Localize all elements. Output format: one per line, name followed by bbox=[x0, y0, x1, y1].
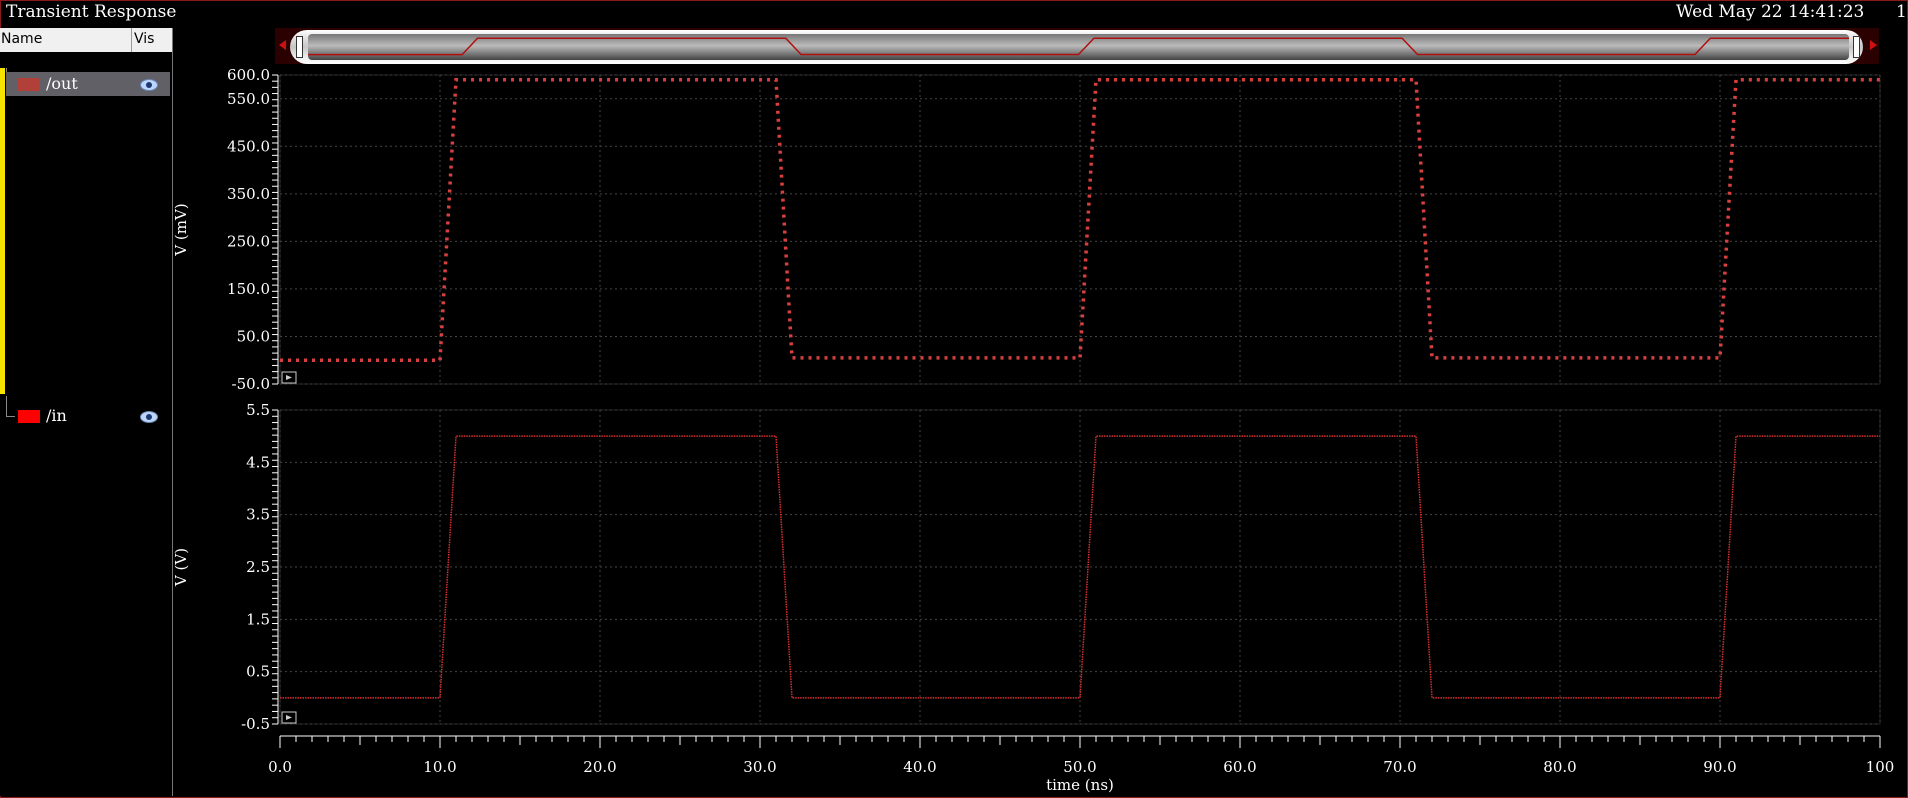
window-title: Transient Response bbox=[6, 2, 177, 22]
x-tick-label: 40.0 bbox=[903, 758, 936, 776]
color-swatch bbox=[18, 78, 40, 91]
x-tick-label: 80.0 bbox=[1543, 758, 1576, 776]
signal-row-in[interactable]: /in bbox=[6, 404, 170, 428]
signal-row-out[interactable]: /out bbox=[6, 72, 170, 96]
scroll-grip-right[interactable] bbox=[1853, 36, 1860, 58]
y-tick-label: 150.0 bbox=[227, 280, 270, 298]
y-tick-label: 350.0 bbox=[227, 185, 270, 203]
x-tick-label: 60.0 bbox=[1223, 758, 1256, 776]
strip-in: 5.5 4.5 3.5 2.5 1.5 0.5 -0.5 V (V) bbox=[172, 401, 1881, 733]
page-number: 1 bbox=[1896, 2, 1907, 22]
signal-label: /in bbox=[46, 406, 67, 425]
waveform-plot: 600.0 550.0 450.0 350.0 250.0 150.0 50.0 -50.0 V… bbox=[172, 66, 1895, 794]
y-tick-label: 1.5 bbox=[246, 610, 270, 628]
timestamp: Wed May 22 14:41:23 bbox=[1676, 2, 1865, 22]
x-tick-label: 0.0 bbox=[268, 758, 292, 776]
x-tick-label: 70.0 bbox=[1383, 758, 1416, 776]
y-tick-label: 550.0 bbox=[227, 90, 270, 108]
overview-waveform bbox=[308, 37, 1849, 56]
y-tick-label: 450.0 bbox=[227, 137, 270, 155]
column-divider bbox=[131, 28, 132, 52]
y-tick-label: 3.5 bbox=[246, 506, 270, 524]
eye-icon[interactable] bbox=[140, 79, 158, 91]
y-tick-label: 2.5 bbox=[246, 558, 270, 576]
y-axis-label: V (mV) bbox=[172, 203, 190, 256]
time-axis: 0.0 10.0 20.0 30.0 40.0 50.0 60.0 70.0 80.0 90.0 1… bbox=[268, 735, 1895, 794]
x-axis-label: time (ns) bbox=[1046, 776, 1114, 794]
y-tick-label: -50.0 bbox=[232, 375, 270, 393]
strip-out: 600.0 550.0 450.0 350.0 250.0 150.0 50.0 -50.0 V… bbox=[172, 66, 1881, 393]
x-tick-label: 30.0 bbox=[743, 758, 776, 776]
y-axis-label: V (V) bbox=[172, 548, 190, 587]
y-tick-label: 250.0 bbox=[227, 232, 270, 250]
y-tick-label: 600.0 bbox=[227, 66, 270, 84]
signal-list-panel: Name Vis /out /in bbox=[0, 28, 173, 796]
x-tick-label: 90.0 bbox=[1703, 758, 1736, 776]
x-tick-label: 50.0 bbox=[1063, 758, 1096, 776]
x-tick-label: 20.0 bbox=[583, 758, 616, 776]
y-tick-label: -0.5 bbox=[241, 715, 270, 733]
eye-icon[interactable] bbox=[140, 411, 158, 423]
signal-label: /out bbox=[46, 74, 78, 93]
strip-selection-bar bbox=[0, 68, 5, 394]
y-tick-label: 4.5 bbox=[246, 453, 270, 471]
y-tick-label: 50.0 bbox=[237, 327, 270, 345]
signal-list-header: Name Vis bbox=[0, 28, 172, 52]
scroll-right-arrow-icon[interactable] bbox=[1870, 40, 1877, 50]
y-tick-label: 5.5 bbox=[246, 401, 270, 419]
color-swatch bbox=[18, 410, 40, 423]
column-header-name[interactable]: Name bbox=[1, 31, 42, 47]
column-header-vis[interactable]: Vis bbox=[134, 31, 154, 47]
scroll-left-arrow-icon[interactable] bbox=[279, 40, 286, 50]
y-tick-label: 0.5 bbox=[246, 663, 270, 681]
scroll-grip-left[interactable] bbox=[296, 36, 303, 58]
scroll-thumb[interactable] bbox=[308, 34, 1849, 60]
x-tick-label: 10.0 bbox=[423, 758, 456, 776]
x-tick-label: 100 bbox=[1866, 758, 1895, 776]
